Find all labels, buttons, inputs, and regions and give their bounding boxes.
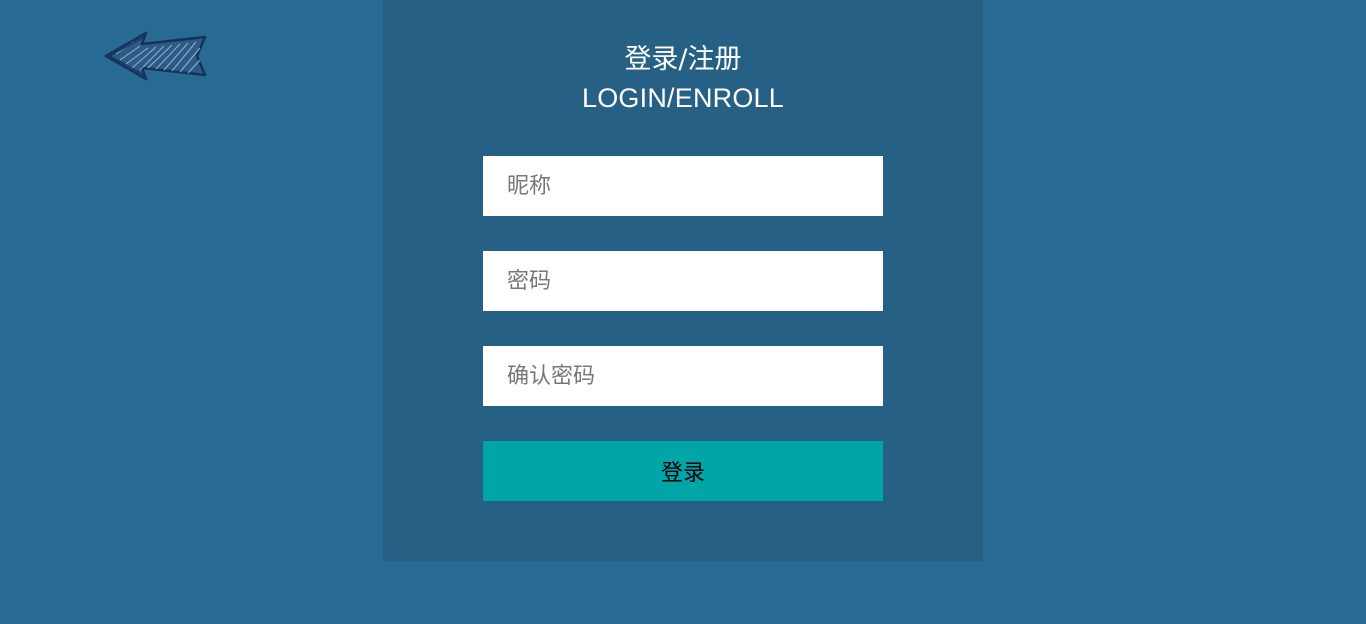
login-button[interactable]: 登录 (483, 441, 883, 501)
back-arrow-icon[interactable] (104, 30, 208, 82)
page-title: 登录/注册 (624, 44, 742, 75)
password-input[interactable] (483, 251, 883, 311)
confirm-password-input[interactable] (483, 346, 883, 406)
login-panel: 登录/注册 LOGIN/ENROLL 登录 (383, 0, 983, 561)
page-subtitle: LOGIN/ENROLL (582, 83, 784, 113)
nickname-input[interactable] (483, 156, 883, 216)
